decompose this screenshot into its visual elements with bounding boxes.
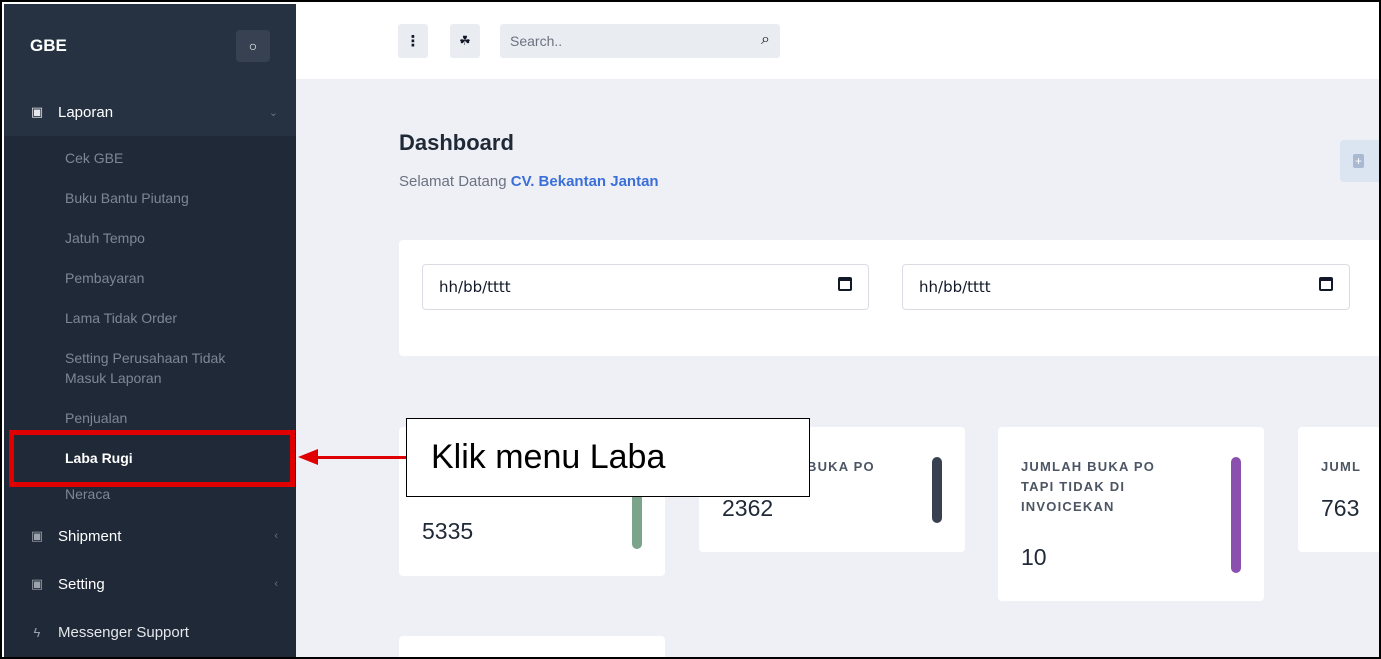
stat-indicator-bar — [1231, 457, 1241, 573]
stat-indicator-bar — [632, 491, 642, 549]
sidebar-item-lama-tidak-order[interactable]: Lama Tidak Order — [4, 302, 296, 342]
sidebar-group-laporan[interactable]: ▣ Laporan ⌄ — [4, 88, 296, 136]
stat-label-line: JUMLAH BUKA PO — [1021, 459, 1156, 474]
stat-indicator-bar — [932, 457, 942, 523]
stat-label-line: TAPI TIDAK DI — [1021, 479, 1126, 494]
start-date-placeholder: hh/bb/tttt — [439, 278, 511, 296]
annotation-arrow-line — [317, 456, 409, 459]
sidebar-item-jatuh-tempo[interactable]: Jatuh Tempo — [4, 222, 296, 262]
chevron-left-icon: ‹ — [274, 530, 278, 542]
search-input[interactable]: Search.. ⌕ — [500, 24, 780, 58]
calendar-icon[interactable] — [838, 277, 852, 291]
main-content: ⋮ ☘ Search.. ⌕ Dashboard Selamat Datang … — [296, 4, 1379, 657]
sidebar-group-label: Laporan — [58, 103, 114, 121]
boxes-icon: ▣ — [30, 104, 44, 119]
welcome-text: Selamat Datang CV. Bekantan Jantan — [399, 173, 659, 190]
sidebar-item-setting-perusahaan[interactable]: Setting Perusahaan Tidak Masuk Laporan — [4, 342, 296, 402]
annotation-highlight-box — [9, 430, 295, 487]
boxes-icon: ▣ — [30, 576, 44, 591]
stat-value: 2362 — [722, 495, 774, 521]
vertical-dots-icon: ⋮ — [405, 33, 421, 50]
screenshot-frame: GBE ○ ▣ Laporan ⌄ Cek GBE Buku Bantu Piu… — [0, 0, 1381, 659]
stat-label: BUKA PO — [807, 459, 875, 474]
stat-label: JUML — [1321, 459, 1362, 474]
stat-label-line: INVOICEKAN — [1021, 499, 1115, 514]
search-placeholder: Search.. — [510, 33, 563, 49]
end-date-placeholder: hh/bb/tttt — [919, 278, 991, 296]
start-date-input[interactable]: hh/bb/tttt — [422, 264, 869, 310]
brand-name: GBE — [30, 36, 67, 55]
sidebar-group-shipment[interactable]: ▣ Shipment ‹ — [4, 512, 296, 560]
stat-card: JUML 763 — [1298, 427, 1379, 552]
sidebar-group-setting[interactable]: ▣ Setting ‹ — [4, 560, 296, 608]
chevron-down-icon: ⌄ — [268, 106, 278, 119]
messenger-label: Messenger Support — [58, 623, 189, 641]
sidebar: GBE ○ ▣ Laporan ⌄ Cek GBE Buku Bantu Piu… — [4, 4, 296, 657]
stat-card: JUMLAH BUKA PO TAPI TIDAK DI INVOICEKAN … — [998, 427, 1264, 601]
sidebar-brand: GBE ○ — [4, 4, 296, 88]
welcome-prefix: Selamat Datang — [399, 173, 507, 190]
sidebar-group-label: Setting — [58, 575, 105, 593]
sidebar-item-messenger-support[interactable]: ϟ Messenger Support — [4, 608, 296, 656]
search-icon[interactable]: ⌕ — [761, 31, 770, 49]
annotation-text: Klik menu Laba — [431, 438, 666, 476]
end-date-input[interactable]: hh/bb/tttt — [902, 264, 1350, 310]
sidebar-item-cek-gbe[interactable]: Cek GBE — [4, 142, 296, 182]
company-name: CV. Bekantan Jantan — [510, 173, 659, 190]
menu-button[interactable]: ⋮ — [398, 24, 428, 58]
sitemap-icon: ☘ — [459, 33, 471, 48]
theme-toggle-button[interactable]: ○ — [236, 30, 270, 62]
sitemap-button[interactable]: ☘ — [450, 24, 480, 58]
sidebar-group-label: Shipment — [58, 527, 122, 545]
stat-card — [399, 636, 665, 657]
sidebar-item-pembayaran[interactable]: Pembayaran — [4, 262, 296, 302]
stat-value: 763 — [1321, 495, 1360, 521]
add-button[interactable]: + — [1340, 140, 1379, 182]
sidebar-item-buku-bantu-piutang[interactable]: Buku Bantu Piutang — [4, 182, 296, 222]
drop-icon: ○ — [248, 38, 258, 54]
calendar-icon[interactable] — [1319, 277, 1333, 291]
boxes-icon: ▣ — [30, 528, 44, 543]
topbar: ⋮ ☘ Search.. ⌕ — [296, 4, 1379, 79]
stat-value: 10 — [1021, 544, 1047, 570]
stat-value: 5335 — [422, 518, 474, 544]
annotation-arrow-icon — [298, 449, 318, 465]
bolt-icon: ϟ — [33, 624, 41, 640]
chevron-left-icon: ‹ — [274, 578, 278, 590]
annotation-callout: Klik menu Laba — [406, 418, 810, 497]
page-title: Dashboard — [399, 130, 514, 155]
plus-square-icon: + — [1353, 154, 1365, 168]
date-filter-card: hh/bb/tttt hh/bb/tttt — [399, 240, 1379, 356]
